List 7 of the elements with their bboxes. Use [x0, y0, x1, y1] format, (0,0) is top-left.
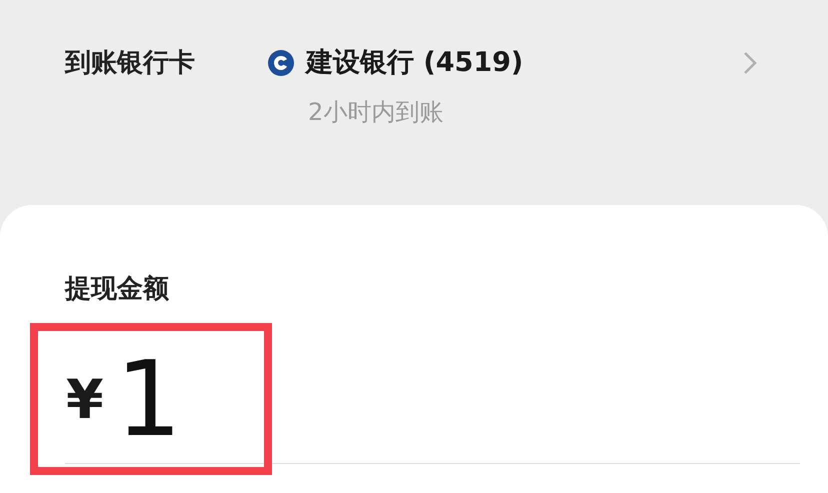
- field-label: 到账银行卡: [65, 47, 196, 80]
- bank-logo-icon: [268, 50, 294, 76]
- arrival-note: 2小时内到账: [308, 97, 444, 128]
- chevron-right-icon[interactable]: [742, 50, 758, 76]
- amount-field[interactable]: ¥1: [30, 323, 272, 475]
- bank-name: 建设银行 (4519): [306, 46, 524, 80]
- field-label: 提现金额: [65, 273, 170, 306]
